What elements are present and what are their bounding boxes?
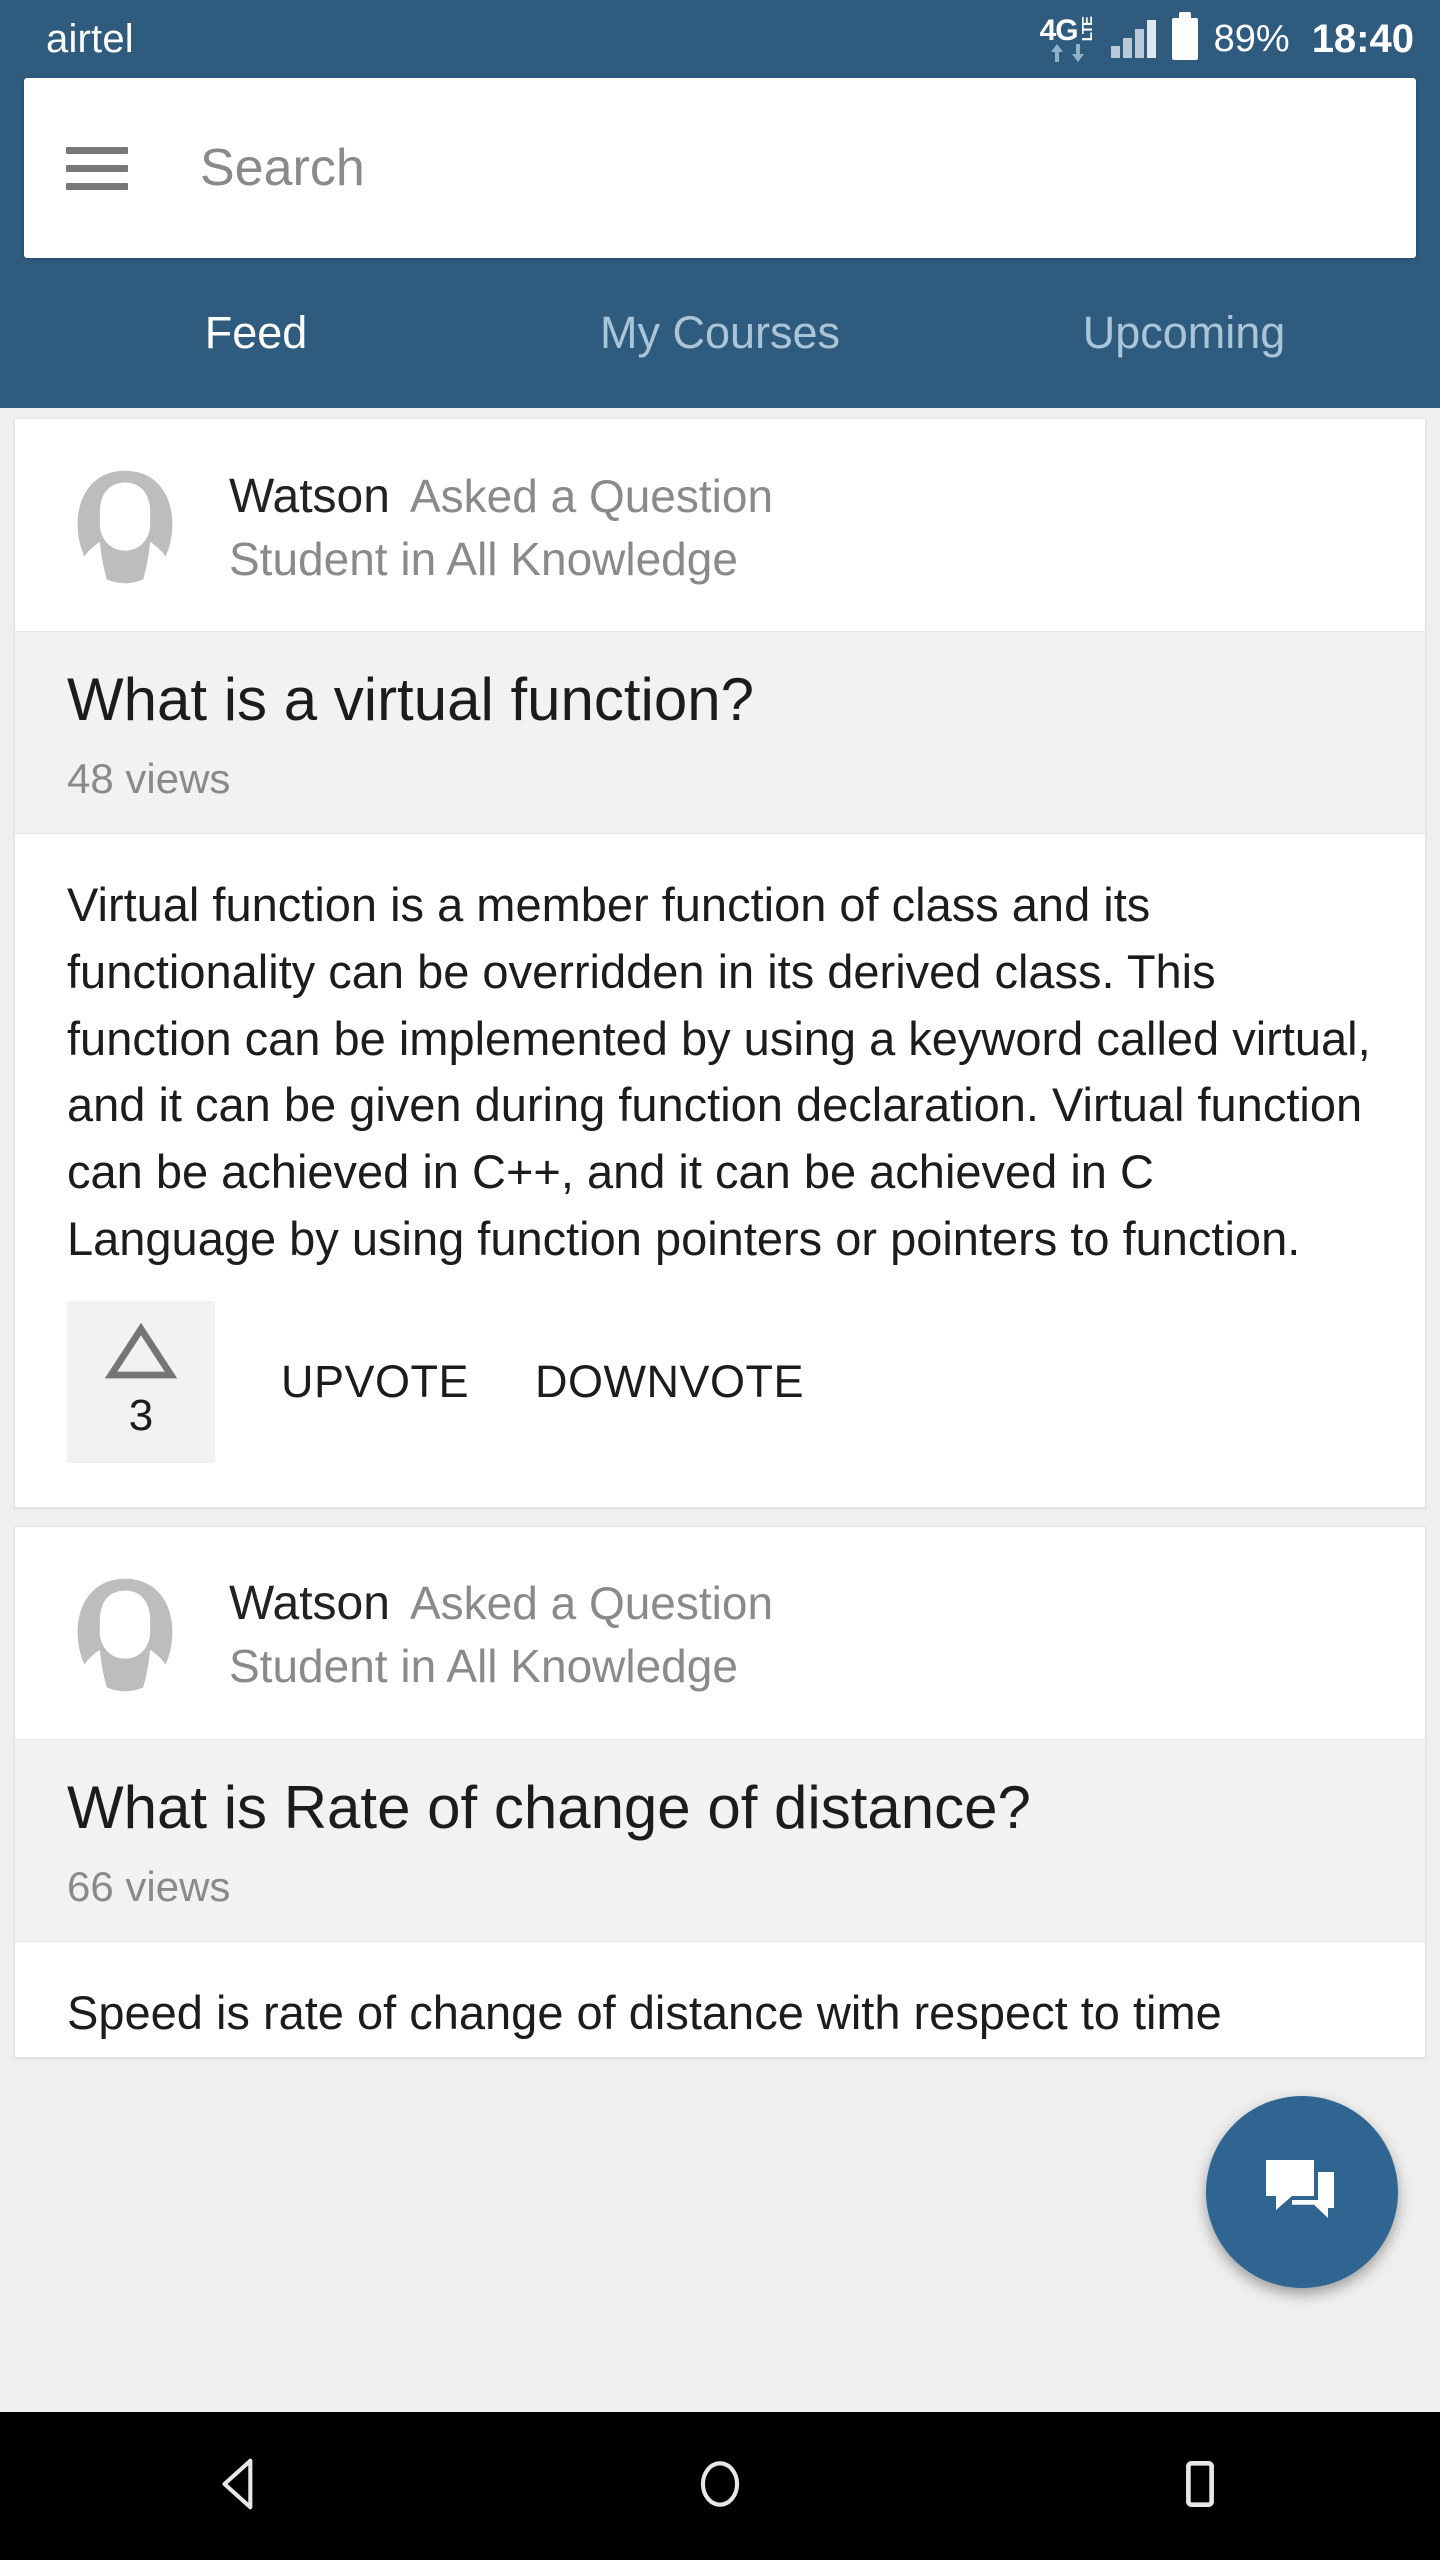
- status-bar-indicators: 4G LTE 89% 18:40: [1039, 12, 1414, 63]
- back-triangle-icon: [222, 2458, 253, 2509]
- downvote-button[interactable]: DOWNVOTE: [535, 1356, 804, 1408]
- network-type-label: 4G: [1039, 13, 1079, 47]
- recents-square-icon: [1186, 2460, 1214, 2507]
- post-meta: Watson Asked a Question Student in All K…: [229, 1576, 773, 1693]
- home-circle-icon: [700, 2460, 740, 2507]
- vote-count: 3: [128, 1390, 154, 1440]
- vote-controls: 3 UPVOTE DOWNVOTE: [15, 1283, 1425, 1507]
- user-silhouette-icon: [51, 1560, 199, 1709]
- post-header: Watson Asked a Question Student in All K…: [15, 419, 1425, 631]
- question-title[interactable]: What is a virtual function?: [67, 666, 1373, 733]
- feed-list[interactable]: Watson Asked a Question Student in All K…: [0, 408, 1440, 2412]
- question-band[interactable]: What is a virtual function? 48 views: [15, 631, 1425, 835]
- battery-percent-label: 89%: [1213, 17, 1290, 60]
- question-body: Virtual function is a member function of…: [67, 878, 1371, 1265]
- feed-post-card[interactable]: Watson Asked a Question Student in All K…: [14, 418, 1426, 1508]
- feed-post-card[interactable]: Watson Asked a Question Student in All K…: [14, 1525, 1426, 2058]
- post-author-role: Student in All Knowledge: [229, 532, 738, 585]
- new-question-fab[interactable]: [1206, 2096, 1398, 2288]
- tab-bar: Feed My Courses Upcoming: [24, 258, 1416, 408]
- avatar: [51, 453, 199, 601]
- tab-feed[interactable]: Feed: [24, 307, 488, 359]
- post-author[interactable]: Watson: [229, 1576, 390, 1631]
- vote-count-box[interactable]: 3: [67, 1300, 215, 1463]
- question-views: 66 views: [67, 1862, 231, 1910]
- data-down-arrow-icon: [1071, 43, 1084, 62]
- post-author[interactable]: Watson: [229, 469, 390, 524]
- tab-upcoming[interactable]: Upcoming: [952, 307, 1416, 359]
- nav-recents-button[interactable]: [1099, 2453, 1301, 2520]
- post-header: Watson Asked a Question Student in All K…: [15, 1527, 1425, 1739]
- carrier-label: airtel: [46, 16, 134, 61]
- signal-bars-icon: [1110, 20, 1156, 58]
- tab-my-courses[interactable]: My Courses: [488, 307, 952, 359]
- battery-icon: [1171, 12, 1198, 60]
- nav-back-button[interactable]: [139, 2453, 341, 2520]
- upvote-triangle-icon: [105, 1322, 177, 1378]
- phone-screen: airtel 4G LTE 89% 18:40 Search Feed My C…: [0, 0, 1440, 2560]
- upvote-button[interactable]: UPVOTE: [281, 1356, 469, 1408]
- android-nav-bar: [0, 2412, 1440, 2560]
- network-sub-label: LTE: [1078, 16, 1096, 41]
- search-input[interactable]: Search: [200, 138, 365, 198]
- question-views: 48 views: [67, 755, 231, 803]
- post-action: Asked a Question: [409, 469, 774, 522]
- question-body: Speed is rate of change of distance with…: [67, 1985, 1222, 2039]
- status-bar: airtel 4G LTE 89% 18:40: [0, 0, 1440, 78]
- app-header: Search Feed My Courses Upcoming: [0, 78, 1440, 408]
- question-title[interactable]: What is Rate of change of distance?: [67, 1774, 1373, 1841]
- post-action: Asked a Question: [409, 1577, 774, 1630]
- post-author-role: Student in All Knowledge: [229, 1640, 738, 1693]
- data-up-arrow-icon: [1050, 43, 1063, 62]
- nav-home-button[interactable]: [619, 2453, 821, 2520]
- clock-label: 18:40: [1311, 16, 1414, 61]
- post-meta: Watson Asked a Question Student in All K…: [229, 469, 773, 586]
- question-band[interactable]: What is Rate of change of distance? 66 v…: [15, 1738, 1425, 1942]
- user-silhouette-icon: [51, 453, 199, 601]
- search-bar[interactable]: Search: [24, 78, 1416, 258]
- question-answer-icon: [1266, 2160, 1334, 2218]
- network-type-icon: 4G LTE: [1039, 13, 1096, 63]
- avatar: [51, 1560, 199, 1709]
- hamburger-menu-icon[interactable]: [66, 146, 128, 190]
